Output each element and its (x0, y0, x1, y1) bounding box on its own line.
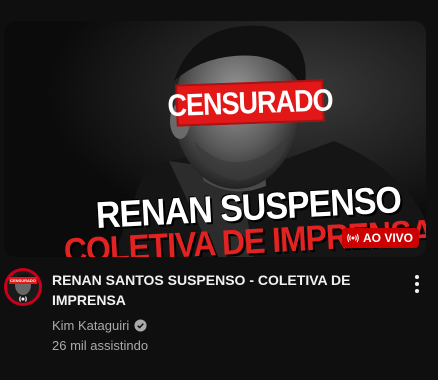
viewer-count: 26 mil assistindo (52, 338, 149, 353)
avatar-censored-tag: CENSURADO (9, 277, 37, 284)
more-vert-icon[interactable] (409, 272, 425, 296)
verified-check-icon (134, 319, 147, 332)
live-broadcast-icon (19, 296, 27, 302)
live-badge: AO VIVO (341, 228, 419, 248)
censored-label: CENSURADO (166, 82, 334, 123)
video-thumbnail[interactable]: CENSURADO RENAN SUSPENSO COLETIVA DE IMP… (4, 21, 426, 257)
channel-name[interactable]: Kim Kataguiri (52, 318, 129, 333)
channel-avatar[interactable]: CENSURADO (4, 268, 42, 306)
censored-banner: CENSURADO (167, 79, 333, 127)
channel-row[interactable]: Kim Kataguiri (52, 318, 147, 333)
live-broadcast-icon (347, 233, 359, 243)
video-title[interactable]: RENAN SANTOS SUSPENSO - COLETIVA DE IMPR… (52, 270, 388, 310)
live-badge-label: AO VIVO (362, 231, 413, 245)
